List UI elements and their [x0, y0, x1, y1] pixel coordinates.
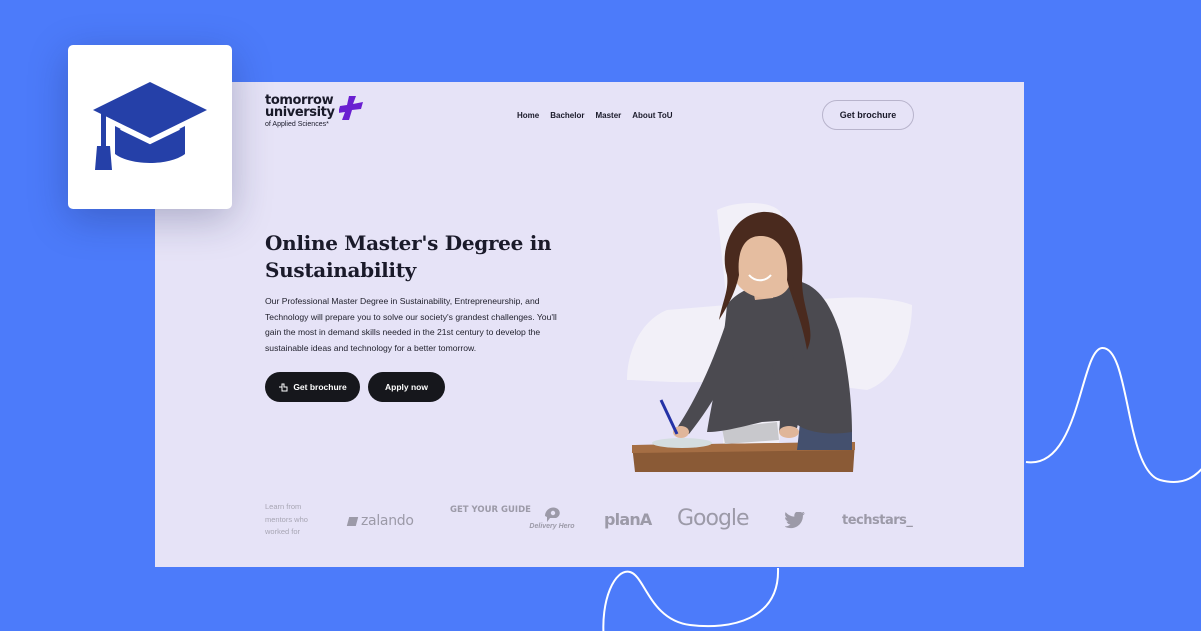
graduation-cap-icon [93, 82, 207, 170]
google-logo: Google [677, 506, 750, 531]
getyourguide-logo: GET YOUR GUIDE [450, 505, 531, 515]
hero-title: Online Master's Degree in Sustainability [265, 231, 552, 282]
delivery-hero-wordmark: Delivery Hero [529, 523, 575, 530]
tomorrow-university-logo[interactable]: tomorrow university of Applied Sciences* [265, 94, 375, 141]
get-brochure-button[interactable]: Get brochure [265, 372, 360, 402]
delivery-hero-mark-icon [545, 507, 560, 522]
nav-item-bachelor[interactable]: Bachelor [550, 111, 584, 120]
hero-description: Our Professional Master Degree in Sustai… [265, 296, 557, 353]
zalando-logo: zalando [346, 513, 414, 529]
get-brochure-header-button[interactable]: Get brochure [822, 100, 914, 130]
mentor-company-logos: zalando GET YOUR GUIDE Delivery Hero pla… [346, 502, 928, 542]
website-page: tomorrow university of Applied Sciences*… [155, 82, 1024, 567]
main-nav: Home Bachelor Master About ToU [517, 111, 673, 120]
apply-now-button[interactable]: Apply now [368, 372, 445, 402]
nav-item-about[interactable]: About ToU [632, 111, 672, 120]
nav-item-home[interactable]: Home [517, 111, 539, 120]
graduation-badge [68, 45, 232, 209]
delivery-hero-logo: Delivery Hero [522, 506, 582, 530]
plana-logo: planA [604, 510, 652, 529]
zalando-mark-icon [346, 517, 359, 526]
techstars-logo: techstars_ [842, 513, 913, 528]
hero-photo-woman-writing [627, 203, 912, 472]
twitter-bird-icon [784, 511, 807, 535]
zalando-wordmark: zalando [361, 513, 414, 529]
nav-item-master[interactable]: Master [595, 111, 621, 120]
mentors-label: Learn from mentors who worked for [265, 502, 308, 536]
logo-plus-mark-icon [339, 96, 363, 120]
hand-pointer-icon [279, 383, 288, 391]
get-brochure-label: Get brochure [293, 382, 347, 392]
